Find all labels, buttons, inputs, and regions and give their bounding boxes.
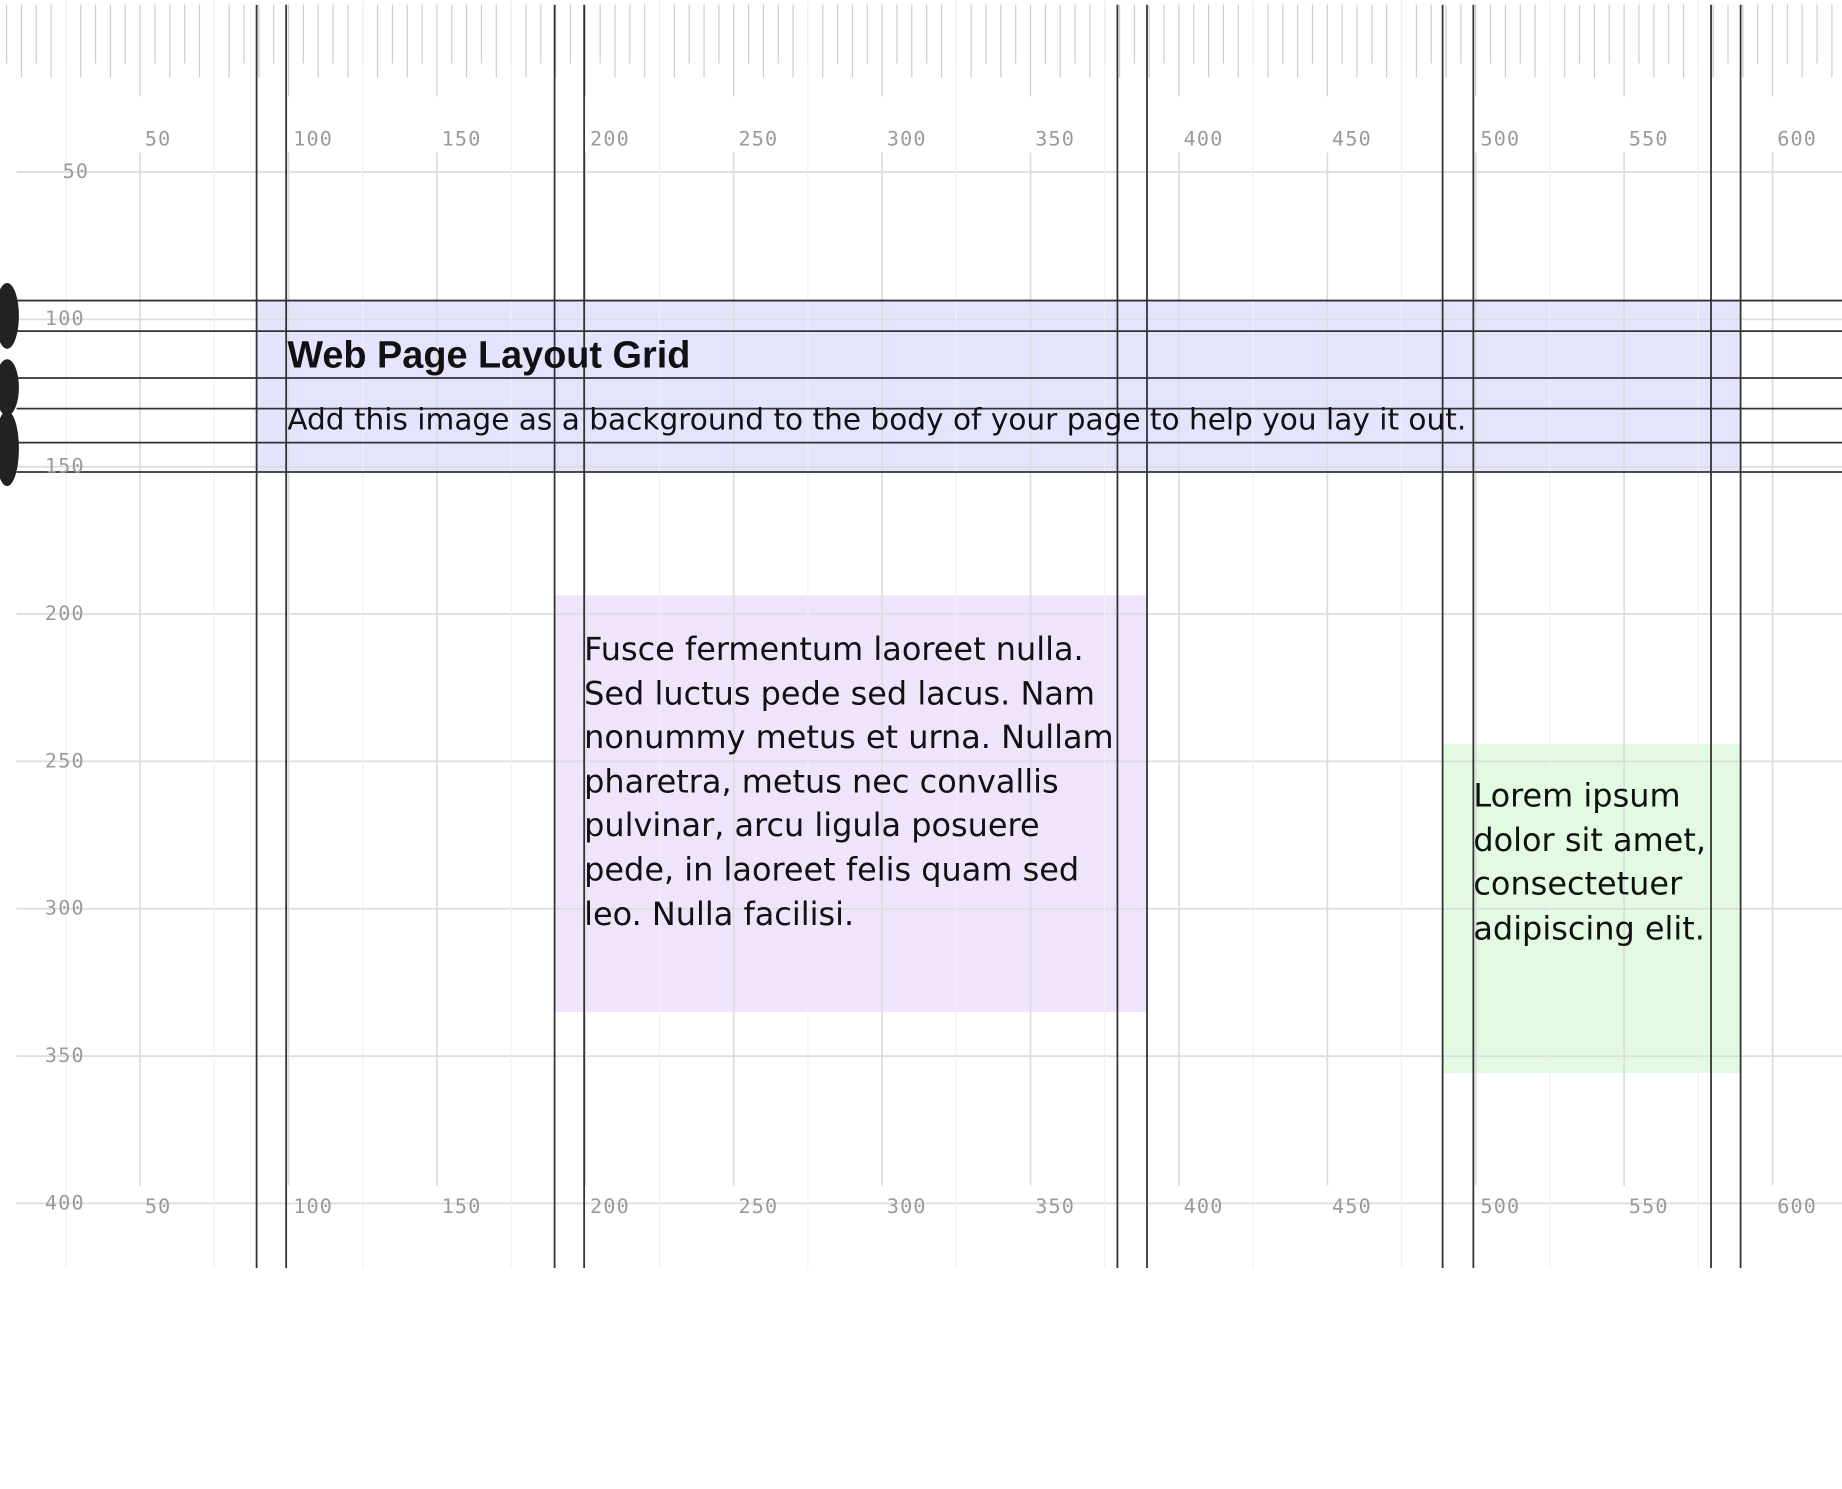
- ruler-label-top: 200: [590, 127, 630, 151]
- ruler-label-bottom: 250: [738, 1194, 778, 1218]
- ruler-label-top: 150: [442, 127, 482, 151]
- ruler-label-top: 350: [1035, 127, 1075, 151]
- ruler-label-left: 350: [45, 1043, 85, 1067]
- page-title: Web Page Layout Grid: [287, 333, 691, 376]
- ruler-label-top: 450: [1332, 127, 1372, 151]
- ruler-label-top: 600: [1777, 127, 1817, 151]
- ruler-label-bottom: 50: [145, 1194, 172, 1218]
- ruler-label-left: 200: [45, 601, 85, 625]
- ruler-label-bottom: 350: [1035, 1194, 1075, 1218]
- ruler-label-top: 550: [1629, 127, 1669, 151]
- ruler-label-top: 100: [293, 127, 333, 151]
- ruler-label-bottom: 100: [293, 1194, 333, 1218]
- binder-ring-icon: [0, 410, 19, 487]
- ruler-label-top: 500: [1480, 127, 1520, 151]
- ruler-label-bottom: 300: [887, 1194, 927, 1218]
- ruler-label-top: 250: [738, 127, 778, 151]
- ruler-label-left: 250: [45, 748, 85, 772]
- sidebar-paragraph: Lorem ipsum dolor sit amet, consectetuer…: [1473, 778, 1706, 948]
- ruler-label-bottom: 400: [1184, 1194, 1224, 1218]
- ruler-label-left: 400: [45, 1190, 85, 1214]
- ruler-label-left: 300: [45, 896, 85, 920]
- ruler-label-left: 150: [45, 454, 85, 478]
- ruler-label-bottom: 150: [442, 1194, 482, 1218]
- ruler-label-bottom: 500: [1480, 1194, 1520, 1218]
- layout-grid-canvas: 50 100 150 200 250 300 350 400 450 500 550 600 50 100…: [0, 0, 1842, 1489]
- ruler-label-top: 300: [887, 127, 927, 151]
- binder-ring-icon: [0, 282, 19, 349]
- ruler-label-left: 100: [45, 306, 85, 330]
- ruler-label-bottom: 600: [1777, 1194, 1817, 1218]
- content-paragraph: Fusce fermentum laoreet nulla. Sed luctu…: [584, 631, 1114, 933]
- ruler-label-bottom: 200: [590, 1194, 630, 1218]
- page-subtitle: Add this image as a background to the bo…: [287, 402, 1467, 437]
- ruler-label-left: 50: [63, 159, 90, 183]
- ruler-label-top: 50: [145, 127, 172, 151]
- ruler-label-top: 400: [1184, 127, 1224, 151]
- ruler-label-bottom: 450: [1332, 1194, 1372, 1218]
- ruler-label-bottom: 550: [1629, 1194, 1669, 1218]
